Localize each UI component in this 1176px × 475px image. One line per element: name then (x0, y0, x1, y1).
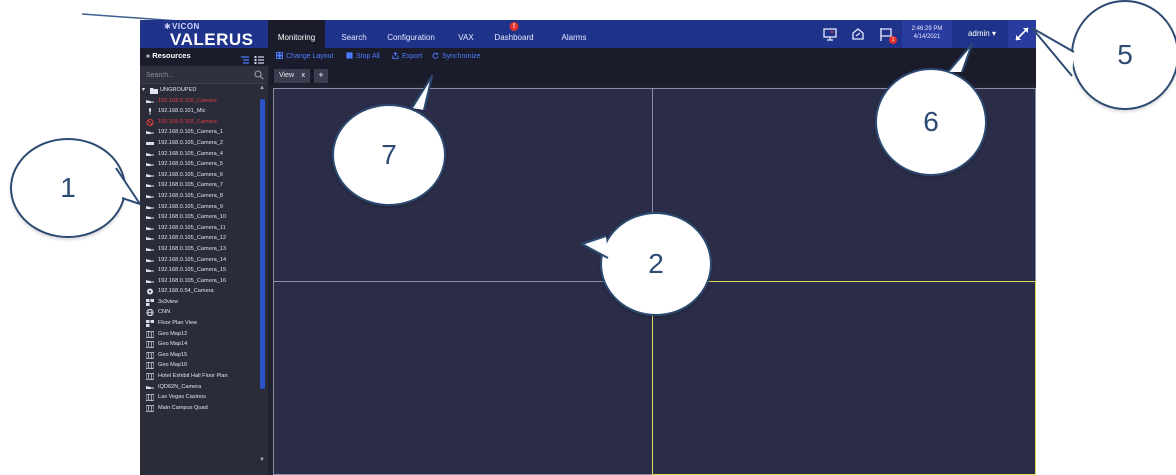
callout-tail-6 (947, 43, 973, 73)
callout-tail-5 (1031, 27, 1075, 77)
callout-tail-7 (411, 75, 433, 111)
callout-tail-2 (581, 235, 609, 259)
screenshot-stage: ✱ VICON VALERUS Monitoring Search Config… (0, 0, 1176, 475)
callout-tail-1 (115, 167, 141, 205)
callout-tails (115, 27, 1075, 259)
